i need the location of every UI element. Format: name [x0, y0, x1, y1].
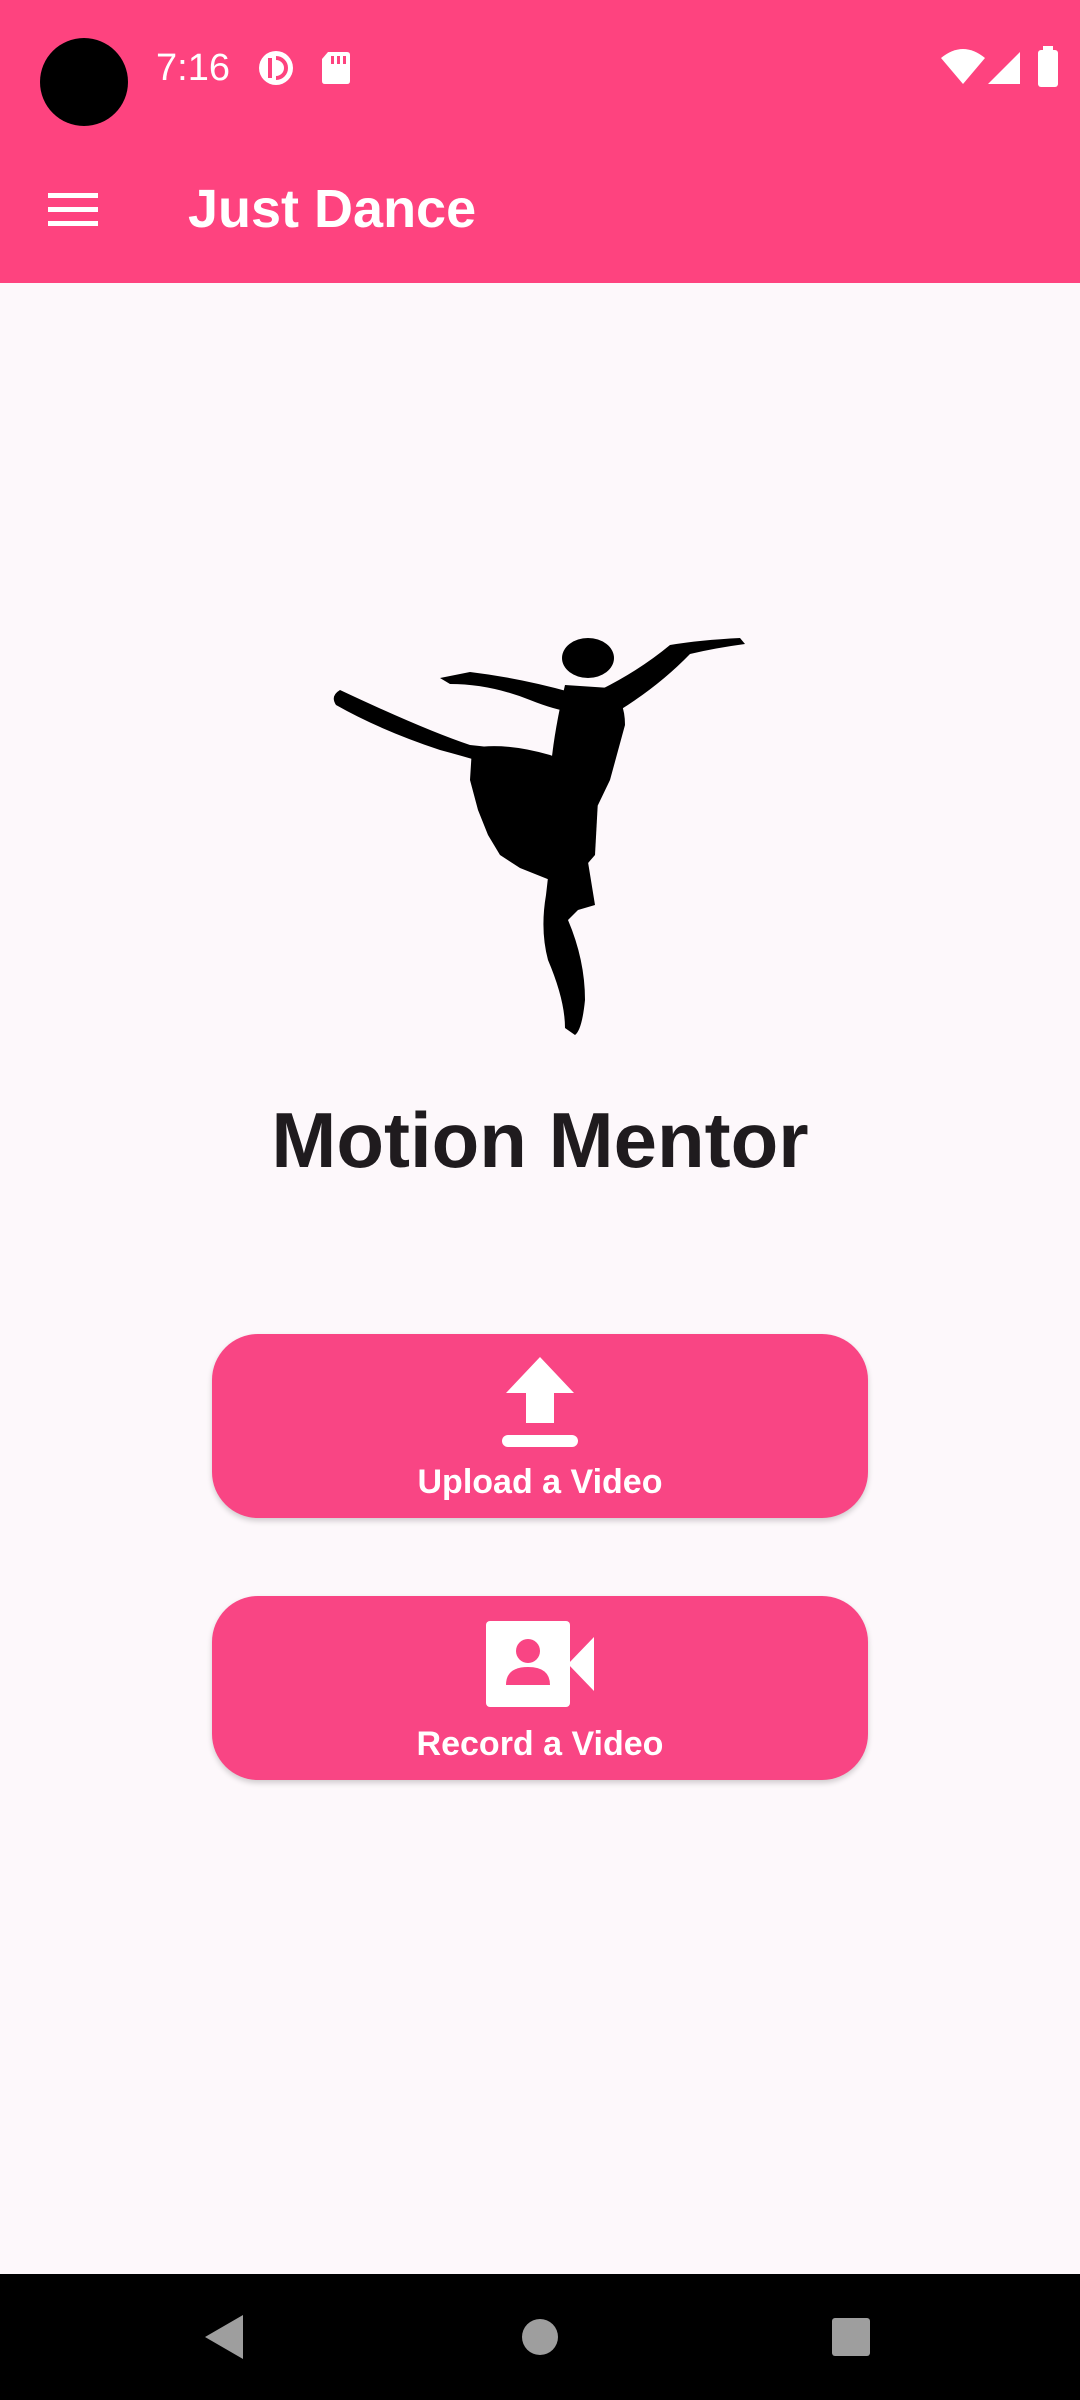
app-title: Just Dance — [188, 179, 477, 239]
home-icon[interactable] — [507, 2304, 573, 2370]
app-screen: 7:16 Just Dance Motion Mentor Upload a V… — [0, 0, 1080, 2400]
wifi-icon — [941, 49, 985, 84]
camera-notch-icon — [40, 38, 128, 126]
ballerina-silhouette — [333, 638, 745, 1035]
top-header: 7:16 Just Dance — [0, 0, 1080, 283]
video-camera-icon — [212, 1614, 868, 1714]
upload-video-button[interactable]: Upload a Video — [212, 1334, 868, 1518]
data-saver-icon — [259, 51, 293, 85]
battery-icon — [1038, 46, 1058, 87]
status-bar: 7:16 — [0, 0, 1080, 140]
back-icon[interactable] — [192, 2304, 258, 2370]
sd-card-icon — [322, 52, 350, 84]
status-time: 7:16 — [156, 47, 230, 89]
record-video-button[interactable]: Record a Video — [212, 1596, 868, 1780]
upload-icon — [212, 1352, 868, 1452]
record-video-label: Record a Video — [416, 1725, 664, 1763]
hamburger-menu-icon[interactable] — [36, 172, 110, 246]
recents-icon[interactable] — [818, 2304, 884, 2370]
cell-signal-icon — [988, 52, 1020, 84]
navigation-bar — [0, 2274, 1080, 2400]
upload-video-label: Upload a Video — [417, 1463, 663, 1501]
page-headline: Motion Mentor — [271, 1096, 809, 1184]
app-bar: Just Dance — [0, 140, 1080, 283]
